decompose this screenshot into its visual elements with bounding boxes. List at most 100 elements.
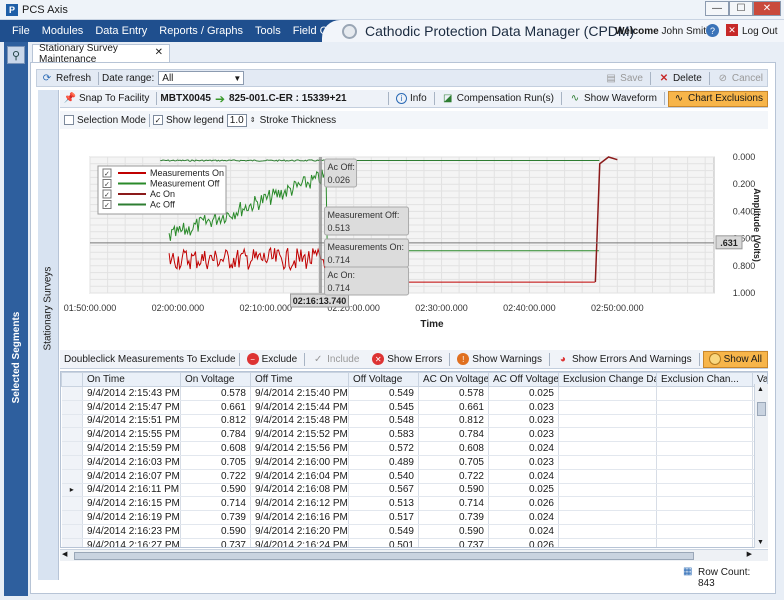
close-window-button[interactable]: ✕ [753, 1, 781, 16]
menu-item-reports-graphs[interactable]: Reports / Graphs [153, 25, 249, 37]
delete-button[interactable]: ✕ Delete [654, 72, 706, 84]
warning-icon: ! [457, 353, 470, 365]
chart-area[interactable]: 01:50:00.000 02:00:00.000 02:10:00.000 02:2… [60, 130, 768, 340]
table-row[interactable]: 9/4/2014 2:15:43 PM 0.578 9/4/2014 2:15:40… [61, 386, 767, 401]
scroll-right-icon[interactable]: ▶ [747, 550, 752, 558]
table-cell: 0.705 [418, 455, 489, 470]
show-legend-checkbox[interactable]: ✓ [152, 115, 163, 125]
date-range-select[interactable]: All ▼ [158, 71, 245, 85]
row-selector[interactable] [61, 455, 83, 470]
row-selector[interactable] [61, 386, 83, 401]
scroll-up-icon[interactable]: ▲ [757, 386, 764, 393]
toolbar-divider [388, 92, 390, 105]
vertical-scrollbar[interactable]: ▲ ▼ [754, 384, 768, 548]
menu-item-modules[interactable]: Modules [36, 25, 90, 37]
logout-button[interactable]: Log Out [742, 26, 778, 37]
save-button[interactable]: ▤ Save [601, 72, 647, 84]
row-selector[interactable] [61, 538, 83, 547]
table-row[interactable]: 9/4/2014 2:16:03 PM 0.705 9/4/2014 2:16:00… [61, 455, 767, 470]
table-cell: 9/4/2014 2:15:44 PM [250, 400, 349, 415]
spinner-arrows-icon[interactable]: ⇕ [250, 116, 256, 124]
table-cell: 9/4/2014 2:16:27 PM [82, 538, 181, 547]
search-icon[interactable]: ⚲ [7, 46, 25, 64]
row-selector[interactable]: ▸ [61, 483, 83, 498]
selected-segments-label[interactable]: Selected Segments [11, 310, 22, 405]
include-button[interactable]: ✓ Include [308, 353, 363, 365]
show-waveform-button[interactable]: ∿ Show Waveform [565, 93, 661, 105]
table-cell: 0.572 [348, 441, 419, 456]
cancel-icon: ⊘ [718, 72, 728, 84]
info-icon: i [396, 93, 408, 104]
table-row[interactable]: 9/4/2014 2:15:55 PM 0.784 9/4/2014 2:15:52… [61, 427, 767, 443]
menu-item-data-entry[interactable]: Data Entry [89, 25, 153, 37]
stroke-thickness-input[interactable]: 1.0 [226, 113, 247, 127]
menu-item-tools[interactable]: Tools [249, 25, 287, 37]
help-icon[interactable]: ? [706, 24, 719, 37]
chart-exclusions-button[interactable]: ∿ Chart Exclusions [667, 90, 768, 107]
cancel-button[interactable]: ⊘ Cancel [713, 72, 767, 84]
column-header[interactable]: AC Off Voltage [488, 372, 559, 387]
horizontal-scrollbar[interactable]: ◀ ▶ [60, 549, 768, 561]
column-header[interactable]: Off Time [250, 372, 349, 387]
row-selector[interactable] [61, 441, 83, 456]
exclude-button[interactable]: − Exclude [243, 353, 302, 365]
row-selector[interactable] [61, 414, 83, 429]
row-selector[interactable] [61, 469, 83, 484]
table-cell [558, 469, 657, 484]
show-all-button[interactable]: Show All [702, 350, 768, 368]
measurements-grid[interactable]: On Time On Voltage Off Time Off Voltage AC O… [60, 371, 768, 548]
show-warnings-button[interactable]: ! Show Warnings [453, 353, 546, 365]
row-selector[interactable] [61, 524, 83, 539]
row-selector[interactable] [61, 400, 83, 415]
table-row[interactable]: 9/4/2014 2:15:59 PM 0.608 9/4/2014 2:15:56… [61, 441, 767, 456]
maximize-button[interactable]: ☐ [729, 1, 753, 16]
selection-mode-checkbox[interactable] [64, 115, 74, 125]
amplitude-chart[interactable]: 01:50:00.000 02:00:00.000 02:10:00.000 02:2… [60, 130, 768, 340]
table-cell: 0.517 [348, 510, 419, 525]
show-errors-button[interactable]: ✕ Show Errors [368, 353, 446, 365]
table-row[interactable]: 9/4/2014 2:16:07 PM 0.722 9/4/2014 2:16:04… [61, 469, 767, 484]
column-header[interactable]: AC On Voltage [418, 372, 489, 387]
minimize-button[interactable]: — [705, 1, 729, 16]
table-row[interactable]: 9/4/2014 2:16:27 PM 0.737 9/4/2014 2:16:24… [61, 538, 767, 547]
stationary-surveys-label[interactable]: Stationary Surveys [43, 267, 54, 351]
table-cell [558, 538, 657, 547]
table-row[interactable]: 9/4/2014 2:16:15 PM 0.714 9/4/2014 2:16:12… [61, 496, 767, 512]
table-cell [656, 386, 753, 401]
compensation-runs-button[interactable]: ◪ Compensation Run(s) [438, 93, 558, 105]
column-header[interactable]: On Time [82, 372, 181, 387]
column-header[interactable]: Exclusion Change Date [558, 372, 657, 387]
cursor-tooltip-value: 0.026 [328, 175, 351, 185]
logout-icon[interactable]: ✕ [726, 24, 738, 36]
scroll-down-icon[interactable]: ▼ [757, 539, 764, 546]
doubleclick-hint: Doubleclick Measurements To Exclude [64, 353, 236, 365]
tab-stationary-survey-maintenance[interactable]: Stationary Survey Maintenance ✕ [32, 43, 170, 65]
table-cell: 0.023 [488, 427, 559, 443]
menu-item-file[interactable]: File [6, 25, 36, 37]
column-header[interactable]: On Voltage [180, 372, 251, 387]
hscroll-thumb[interactable] [74, 552, 694, 560]
table-row[interactable]: ▸ 9/4/2014 2:16:11 PM 0.590 9/4/2014 2:16:0… [61, 483, 767, 498]
show-errors-and-warnings-button[interactable]: ◕ Show Errors And Warnings [553, 353, 696, 365]
table-row[interactable]: 9/4/2014 2:16:19 PM 0.739 9/4/2014 2:16:16… [61, 510, 767, 525]
table-row[interactable]: 9/4/2014 2:15:47 PM 0.661 9/4/2014 2:15:44… [61, 400, 767, 415]
row-selector[interactable] [61, 427, 83, 443]
toolbar-divider [304, 352, 306, 366]
table-cell: 0.812 [418, 414, 489, 429]
refresh-button[interactable]: ⟳ Refresh [37, 72, 95, 84]
table-cell [656, 455, 753, 470]
row-selector[interactable] [61, 496, 83, 512]
scroll-thumb[interactable] [757, 402, 766, 416]
table-row[interactable]: 9/4/2014 2:16:23 PM 0.590 9/4/2014 2:16:20… [61, 524, 767, 539]
scroll-left-icon[interactable]: ◀ [62, 550, 67, 558]
column-header[interactable]: Off Voltage [348, 372, 419, 387]
snap-to-facility-button[interactable]: 📌 Snap To Facility [60, 93, 153, 105]
row-selector[interactable] [61, 510, 83, 525]
column-header[interactable]: Exclusion Chan... [656, 372, 753, 387]
close-tab-icon[interactable]: ✕ [155, 47, 163, 58]
table-cell [656, 483, 753, 498]
info-button[interactable]: i Info [392, 93, 431, 104]
legend-label: Measurements On [150, 168, 224, 178]
table-row[interactable]: 9/4/2014 2:15:51 PM 0.812 9/4/2014 2:15:48… [61, 414, 767, 429]
toolbar-divider [238, 352, 240, 366]
